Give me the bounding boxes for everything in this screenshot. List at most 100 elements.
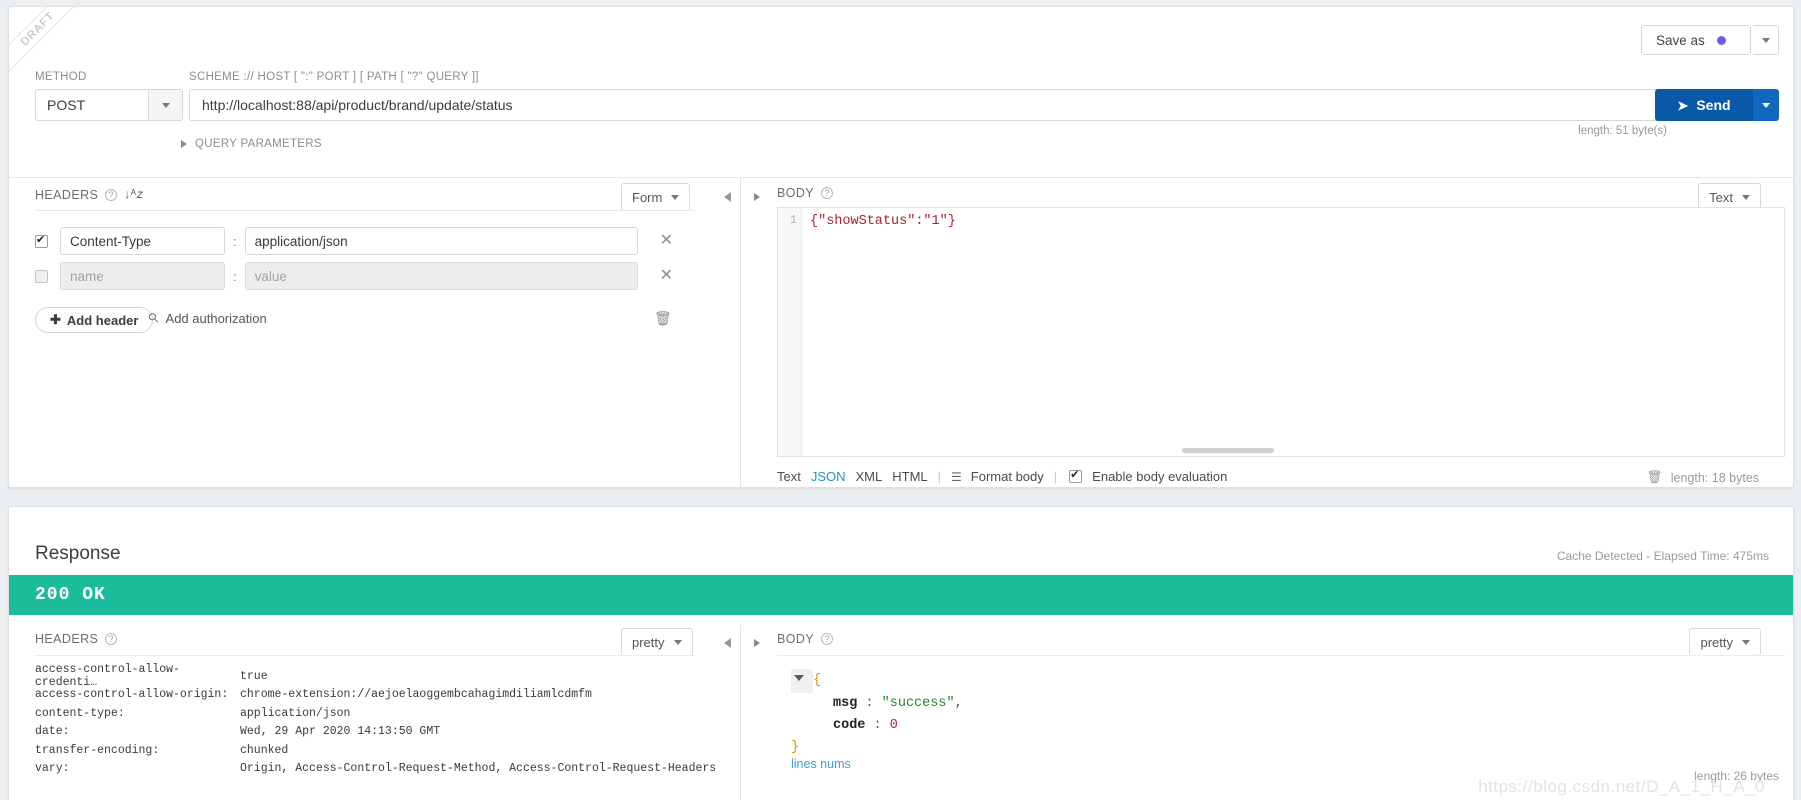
format-body-button[interactable]: Format body (971, 469, 1044, 484)
divider: | (1053, 469, 1058, 484)
response-panel: Response Cache Detected - Elapsed Time: … (8, 506, 1794, 800)
header-value: Origin, Access-Control-Request-Method, A… (240, 762, 717, 776)
response-body-label: BODY (777, 632, 815, 646)
help-icon[interactable]: ? (821, 633, 834, 645)
request-body-label: BODY (777, 186, 815, 200)
header-value-input[interactable]: value (244, 262, 638, 290)
help-icon[interactable]: ? (105, 633, 118, 645)
header-name-input[interactable]: name (60, 262, 225, 290)
delete-all-headers-icon[interactable]: 🗑 (654, 310, 672, 327)
query-parameters-label: QUERY PARAMETERS (195, 138, 322, 150)
format-html-option[interactable]: HTML (892, 469, 927, 484)
headers-underline (35, 210, 695, 211)
json-colon: : (865, 696, 874, 711)
url-input[interactable]: http://localhost:88/api/product/brand/up… (189, 89, 1667, 121)
table-row: content-type: application/json (35, 704, 716, 723)
format-xml-option[interactable]: XML (856, 469, 883, 484)
request-headers-title: HEADERS ? ↓ᴬ𝑧 (35, 187, 143, 202)
header-name: transfer-encoding: (35, 743, 160, 757)
table-row: access-control-allow-origin: chrome-exte… (35, 686, 716, 705)
response-title: Response (35, 543, 121, 564)
header-name-input[interactable]: Content-Type (60, 227, 225, 255)
header-name: content-type: (35, 706, 125, 720)
json-value: "success" (881, 696, 955, 711)
header-name: access-control-allow-credenti… (35, 663, 180, 690)
remove-header-button[interactable]: ✕ (660, 268, 673, 284)
table-row: access-control-allow-credenti… true (35, 663, 716, 689)
response-headers-label: HEADERS (35, 632, 99, 646)
add-authorization-label: Add authorization (165, 310, 267, 326)
enable-body-evaluation-checkbox[interactable] (1069, 468, 1083, 483)
table-row: transfer-encoding: chunked (35, 741, 716, 760)
json-entry: msg : "success", (791, 693, 963, 715)
header-value: Wed, 29 Apr 2020 14:13:50 GMT (240, 725, 441, 739)
divider: | (937, 469, 942, 484)
body-format-toolbar: Text JSON XML HTML | ☰ Format body | Ena… (777, 468, 1228, 484)
separator-colon: : (233, 268, 237, 284)
chevron-down-icon[interactable] (148, 90, 182, 120)
enable-body-evaluation-label: Enable body evaluation (1092, 469, 1228, 484)
request-panel: DRAFT METHOD SCHEME :// HOST [ ":" PORT … (8, 6, 1794, 488)
headers-view-mode-value: Form (632, 189, 663, 205)
request-body-title: BODY ? (777, 186, 834, 200)
plus-icon: ✚ (50, 312, 61, 327)
request-headers-label: HEADERS (35, 187, 99, 202)
chevron-right-icon (754, 193, 760, 201)
header-name: vary: (35, 762, 70, 776)
json-open-brace: { (813, 673, 822, 688)
header-value-input[interactable]: application/json (244, 227, 638, 255)
method-label: METHOD (35, 71, 87, 83)
separator-colon: : (233, 233, 237, 249)
help-icon[interactable]: ? (105, 188, 118, 201)
horizontal-scrollbar[interactable] (1182, 448, 1274, 453)
request-body-length: 🗑 length: 18 bytes (1647, 470, 1759, 485)
table-row: vary: Origin, Access-Control-Request-Met… (35, 760, 716, 779)
response-body-view-mode-dropdown[interactable]: pretty (1689, 628, 1761, 656)
chevron-left-icon (723, 638, 731, 648)
add-authorization-button[interactable]: ⚲ Add authorization (145, 309, 267, 326)
send-label: Send (1696, 97, 1731, 113)
header-row-checkbox[interactable] (35, 269, 48, 283)
response-body-title: BODY ? (777, 632, 834, 646)
trash-icon[interactable]: 🗑 (1647, 470, 1663, 485)
body-view-mode-value: Text (1709, 189, 1733, 205)
method-value: POST (47, 97, 86, 113)
expand-body-pane-button[interactable] (749, 189, 765, 205)
collapse-response-headers-button[interactable] (719, 635, 735, 651)
response-headers-view-mode-dropdown[interactable]: pretty (621, 628, 693, 656)
query-parameters-toggle[interactable]: QUERY PARAMETERS (181, 138, 322, 150)
send-dropdown[interactable] (1753, 89, 1779, 121)
format-text-option[interactable]: Text (777, 469, 801, 484)
sort-az-icon[interactable]: ↓ᴬ𝑧 (124, 187, 143, 202)
send-button[interactable]: ➤ Send (1655, 89, 1753, 121)
headers-view-mode-dropdown[interactable]: Form (621, 183, 691, 211)
unsaved-dot-icon (1716, 35, 1726, 45)
save-as-label: Save as (1656, 32, 1705, 48)
chevron-down-icon (1742, 194, 1750, 200)
header-value: chrome-extension://aejoelaoggembcahagimd… (240, 688, 592, 702)
remove-header-button[interactable]: ✕ (660, 233, 673, 249)
method-select[interactable]: POST (35, 89, 183, 121)
chevron-right-icon (754, 639, 760, 647)
format-json-option[interactable]: JSON (811, 469, 846, 484)
chevron-left-icon (723, 192, 731, 202)
paper-plane-icon: ➤ (1677, 97, 1689, 113)
collapse-node-button[interactable] (791, 669, 813, 693)
json-value: 0 (889, 718, 898, 733)
status-code: 200 OK (35, 585, 106, 605)
save-as-button[interactable]: Save as (1641, 25, 1751, 55)
response-body-underline (777, 655, 1785, 656)
request-body-editor[interactable]: 1 {"showStatus":"1"} (777, 207, 1785, 457)
save-as-dropdown[interactable] (1753, 25, 1779, 55)
header-row-checkbox[interactable] (35, 233, 48, 248)
json-key: msg (833, 696, 858, 711)
help-icon[interactable]: ? (821, 187, 834, 199)
lines-nums-toggle[interactable]: lines nums (791, 757, 851, 771)
json-comma: , (954, 696, 963, 711)
add-header-button[interactable]: ✚ Add header (35, 307, 154, 333)
add-header-label: Add header (66, 312, 139, 328)
collapse-headers-pane-button[interactable] (719, 189, 735, 205)
response-headers-table: access-control-allow-credenti… true acce… (35, 663, 716, 779)
json-root-close: } (791, 737, 963, 759)
expand-response-body-button[interactable] (749, 635, 765, 651)
